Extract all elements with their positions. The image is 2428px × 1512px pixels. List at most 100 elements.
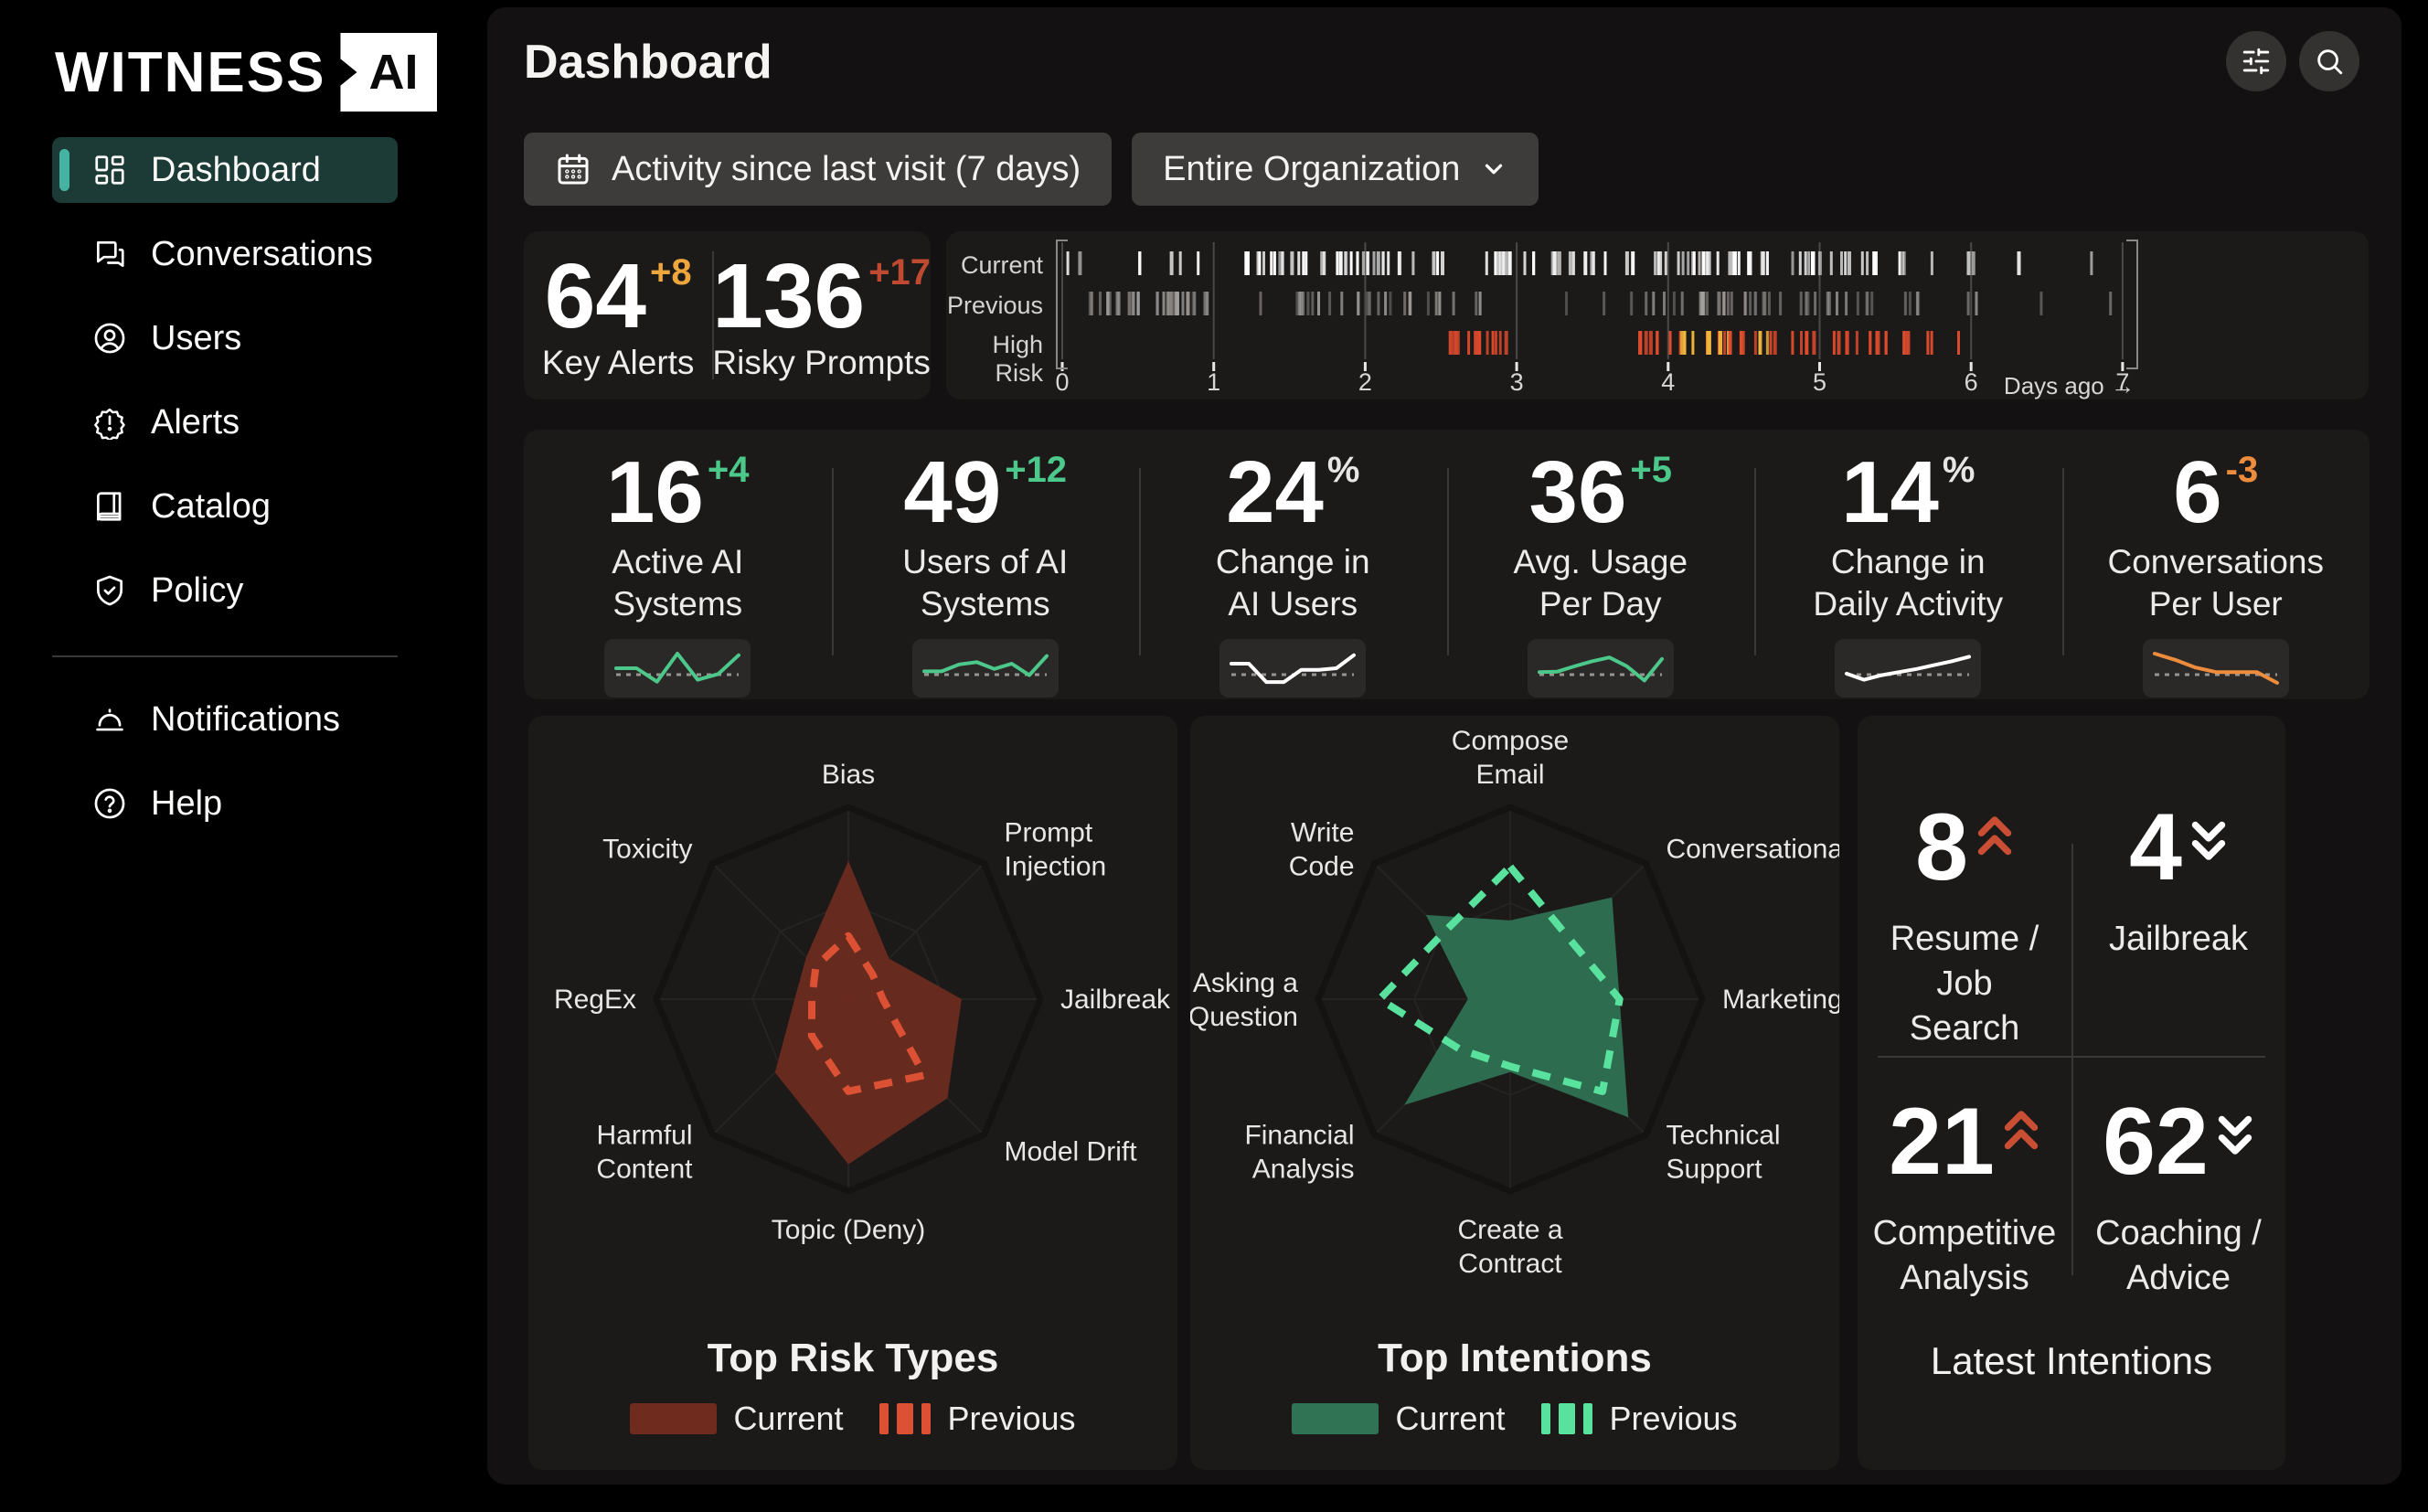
sparkline-box bbox=[1219, 639, 1366, 697]
filter-row: Activity since last visit (7 days) Entir… bbox=[524, 133, 1539, 206]
org-select-label: Entire Organization bbox=[1163, 150, 1460, 189]
sidebar-item-catalog[interactable]: Catalog bbox=[52, 474, 398, 539]
active-indicator bbox=[59, 149, 69, 191]
top-risk-types-card: BiasPromptInjectionJailbreakModel DriftT… bbox=[528, 716, 1177, 1470]
stat-label: Users of AISystems bbox=[902, 541, 1068, 623]
calendar-icon bbox=[555, 151, 591, 187]
sparkline-box bbox=[604, 639, 751, 697]
sidebar-item-alerts[interactable]: Alerts bbox=[52, 389, 398, 455]
svg-text:Jailbreak: Jailbreak bbox=[1060, 985, 1171, 1015]
stat-value: 36 bbox=[1529, 453, 1627, 532]
latest-intention-jailbreak: 4 Jailbreak bbox=[2071, 772, 2285, 1047]
sidebar-item-dashboard[interactable]: Dashboard bbox=[52, 137, 398, 203]
sidebar-item-notifications[interactable]: Notifications bbox=[52, 687, 398, 752]
sparkline-box bbox=[1528, 639, 1674, 697]
sidebar-item-policy[interactable]: Policy bbox=[52, 558, 398, 623]
stat-label: Change inDaily Activity bbox=[1813, 541, 2003, 623]
legend-current-swatch bbox=[1292, 1403, 1379, 1434]
stat-delta: +5 bbox=[1630, 453, 1672, 486]
svg-text:Injection: Injection bbox=[1005, 852, 1107, 882]
stat-users-of-ai-systems: 49+12 Users of AISystems bbox=[832, 430, 1140, 699]
sidebar-item-label: Conversations bbox=[151, 235, 373, 274]
logo-word: WITNESS bbox=[55, 40, 325, 105]
sidebar-divider bbox=[52, 655, 398, 657]
search-button[interactable] bbox=[2299, 31, 2359, 91]
chevron-down-icon bbox=[1480, 155, 1507, 183]
sparkline-box bbox=[912, 639, 1059, 697]
svg-text:Bias: Bias bbox=[822, 760, 875, 790]
legend-current-swatch bbox=[630, 1403, 717, 1434]
key-metrics-card: 64 +8 Key Alerts 136 +17 Risky Prompts bbox=[524, 231, 931, 399]
stat-delta: % bbox=[1327, 453, 1360, 486]
svg-text:Model Drift: Model Drift bbox=[1005, 1137, 1138, 1167]
activity-timeline-card: Current Previous High Risk 01234567Days … bbox=[946, 231, 2369, 399]
activity-range-button[interactable]: Activity since last visit (7 days) bbox=[524, 133, 1112, 206]
risky-prompts-value: 136 bbox=[712, 254, 865, 338]
sidebar-item-users[interactable]: Users bbox=[52, 305, 398, 371]
legend-previous-swatch bbox=[1541, 1403, 1592, 1434]
svg-text:4: 4 bbox=[1661, 368, 1675, 396]
timeline-row-label-previous: Previous bbox=[946, 292, 1043, 320]
stat-value: 16 bbox=[606, 453, 704, 532]
stat-change-in-ai-users: 24% Change inAI Users bbox=[1139, 430, 1447, 699]
latest-intentions-card: 8 Resume / JobSearch 4 Jailbreak 21 Comp… bbox=[1858, 716, 2285, 1470]
svg-text:Code: Code bbox=[1289, 852, 1355, 882]
tune-icon bbox=[2241, 46, 2272, 77]
stat-value: 6 bbox=[2173, 453, 2221, 532]
sidebar-item-label: Users bbox=[151, 319, 241, 358]
chart-title: Top Risk Types bbox=[528, 1336, 1177, 1381]
svg-text:RegEx: RegEx bbox=[554, 985, 636, 1015]
conversations-icon bbox=[92, 237, 127, 272]
svg-text:Technical: Technical bbox=[1667, 1121, 1781, 1151]
activity-range-label: Activity since last visit (7 days) bbox=[612, 150, 1081, 189]
svg-text:Content: Content bbox=[596, 1155, 693, 1185]
svg-text:3: 3 bbox=[1510, 368, 1524, 396]
page-title: Dashboard bbox=[524, 35, 772, 90]
chart-title: Top Intentions bbox=[1190, 1336, 1839, 1381]
svg-text:Write: Write bbox=[1291, 818, 1354, 848]
risky-prompts-label: Risky Prompts bbox=[712, 344, 930, 382]
sidebar-item-conversations[interactable]: Conversations bbox=[52, 221, 398, 287]
latest-intention-competitive-analysis: 21 CompetitiveAnalysis bbox=[1858, 1067, 2071, 1341]
svg-text:6: 6 bbox=[1965, 368, 1978, 396]
key-alerts-label: Key Alerts bbox=[542, 344, 695, 382]
risky-prompts-delta: +17 bbox=[868, 256, 931, 290]
stat-delta: +12 bbox=[1005, 453, 1067, 486]
svg-text:2: 2 bbox=[1358, 368, 1372, 396]
stat-label: Change inAI Users bbox=[1216, 541, 1370, 623]
svg-text:Marketing: Marketing bbox=[1722, 985, 1839, 1015]
sidebar-item-label: Help bbox=[151, 784, 222, 824]
search-icon bbox=[2314, 46, 2345, 77]
sidebar-item-help[interactable]: Help bbox=[52, 771, 398, 836]
svg-text:Conversational: Conversational bbox=[1667, 835, 1840, 865]
stat-delta: +4 bbox=[708, 453, 750, 486]
top-intentions-chart: ComposeEmailConversationalMarketingTechn… bbox=[1190, 725, 1839, 1324]
svg-text:Create a: Create a bbox=[1457, 1215, 1562, 1245]
trend-up-icon bbox=[2002, 1107, 2040, 1163]
filter-settings-button[interactable] bbox=[2226, 31, 2286, 91]
latest-intention-resume-job-search: 8 Resume / JobSearch bbox=[1858, 772, 2071, 1047]
sidebar-item-label: Catalog bbox=[151, 487, 271, 527]
legend: Current Previous bbox=[1190, 1400, 1839, 1438]
sidebar-nav: Dashboard Conversations Users Alerts Cat bbox=[52, 137, 398, 855]
stat-change-in-daily-activity: 14% Change inDaily Activity bbox=[1754, 430, 2062, 699]
sidebar-item-label: Alerts bbox=[151, 403, 240, 442]
svg-text:Compose: Compose bbox=[1452, 726, 1569, 756]
top-intentions-card: ComposeEmailConversationalMarketingTechn… bbox=[1190, 716, 1839, 1470]
witness-ai-logo: WITNESS AI bbox=[55, 33, 437, 112]
trend-down-icon bbox=[2216, 1107, 2254, 1163]
stat-label: Active AISystems bbox=[612, 541, 743, 623]
stat-value: 24 bbox=[1226, 453, 1324, 532]
stat-label: ConversationsPer User bbox=[2107, 541, 2324, 623]
svg-text:Days ago →: Days ago → bbox=[2004, 372, 2135, 399]
svg-text:Analysis: Analysis bbox=[1252, 1155, 1355, 1185]
sidebar-item-label: Dashboard bbox=[151, 151, 321, 190]
help-icon bbox=[92, 786, 127, 821]
users-icon bbox=[92, 321, 127, 356]
dashboard-icon bbox=[92, 153, 127, 187]
stat-value: 49 bbox=[903, 453, 1001, 532]
top-risk-types-chart: BiasPromptInjectionJailbreakModel DriftT… bbox=[528, 725, 1177, 1324]
latest-intentions-title: Latest Intentions bbox=[1858, 1339, 2285, 1383]
org-select[interactable]: Entire Organization bbox=[1132, 133, 1539, 206]
logo-ai-tag: AI bbox=[340, 33, 437, 112]
